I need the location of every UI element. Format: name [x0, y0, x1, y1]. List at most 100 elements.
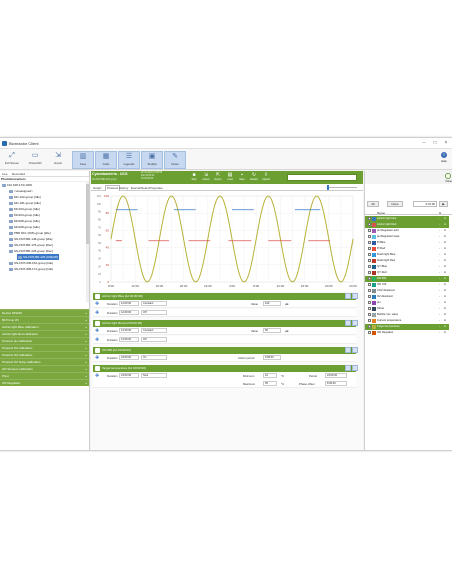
duration-field[interactable]: 12:00:00 — [119, 310, 139, 315]
notes-button[interactable]: ✎ Notes — [164, 151, 186, 169]
series-checkbox[interactable] — [368, 235, 371, 238]
calibration-group[interactable]: Protocol O2 calibration « — [0, 344, 89, 351]
legends-button[interactable]: ☰ Legends — [118, 151, 140, 169]
stop-button[interactable]: ■ Stop — [189, 172, 199, 183]
edit-icon[interactable] — [345, 347, 351, 353]
zoom-slider[interactable] — [327, 185, 357, 190]
time-interval-field[interactable]: 0:01:00 — [413, 201, 437, 207]
series-checkbox[interactable] — [368, 223, 371, 226]
tab-graph[interactable]: Graph — [93, 186, 101, 190]
calibration-group[interactable]: Bit Pump Wi « — [0, 316, 89, 323]
mode-select[interactable]: Constant — [141, 301, 167, 306]
all-button[interactable]: All — [367, 201, 379, 207]
series-checkbox[interactable] — [368, 319, 371, 322]
delete-icon[interactable] — [352, 293, 358, 299]
mode-select[interactable]: Constant — [141, 328, 167, 333]
edit-icon[interactable] — [345, 365, 351, 371]
load-button[interactable]: ▤ Load — [225, 172, 235, 183]
series-checkbox[interactable] — [368, 289, 371, 292]
grids-button[interactable]: ▦ Grids — [95, 151, 117, 169]
export-button[interactable]: ⇱ Export — [213, 172, 223, 183]
calibration-group[interactable]: Protocol O2 calibration « — [0, 351, 89, 358]
tab-events-notes[interactable]: Events/Notes — [131, 186, 149, 190]
interval-apply-button[interactable]: ▶ — [439, 201, 448, 207]
series-checkbox[interactable] — [368, 229, 371, 232]
tab-recorded[interactable]: Recorded — [12, 172, 25, 176]
axes-button[interactable]: ▥ Axes — [72, 151, 94, 169]
tree-scrollbar[interactable] — [86, 182, 89, 302]
series-checkbox[interactable] — [368, 295, 371, 298]
step-header[interactable]: OD 680 [1d 00:00:00] — [93, 347, 356, 354]
series-checkbox[interactable] — [368, 247, 371, 250]
calibration-group[interactable]: OD Regulator « — [0, 379, 89, 386]
recipe-select[interactable] — [287, 174, 357, 181]
duration-field[interactable]: 12:00:00 — [119, 301, 139, 306]
add-icon[interactable]: ✚ — [95, 310, 99, 316]
calibration-group[interactable]: Device #49220 « — [0, 309, 89, 316]
fullscreen-button[interactable]: ⤢ Full Screen — [1, 151, 23, 169]
series-checkbox[interactable] — [368, 259, 371, 262]
series-checkbox[interactable] — [368, 241, 371, 244]
virtual-button[interactable]: ▭ Virtual Hbl — [24, 151, 46, 169]
maximum-field[interactable]: 35 — [263, 381, 277, 386]
minimize-icon[interactable]: – — [419, 140, 429, 147]
series-checkbox[interactable] — [368, 277, 371, 280]
add-icon[interactable]: ✚ — [95, 373, 99, 379]
add-icon[interactable]: ✚ — [95, 355, 99, 361]
step-header[interactable]: Actinic light Blue [1d 00:00:00] — [93, 293, 356, 300]
delete-icon[interactable] — [352, 320, 358, 326]
edit-icon[interactable] — [345, 293, 351, 299]
series-checkbox[interactable] — [368, 217, 371, 220]
series-checkbox[interactable] — [368, 313, 371, 316]
duration-field[interactable]: 12:00:00 — [119, 328, 139, 333]
delete-icon[interactable] — [352, 365, 358, 371]
calibration-group[interactable]: OD Sensors calibration « — [0, 365, 89, 372]
tooltips-button[interactable]: ▣ Tooltips — [141, 151, 163, 169]
series-checkbox[interactable] — [368, 301, 371, 304]
tree-item[interactable]: SN-FMT-WB-174-group [Idle] — [9, 266, 53, 272]
add-icon[interactable]: ✚ — [95, 337, 99, 343]
close-icon[interactable]: × — [441, 140, 451, 147]
upload-button[interactable]: ⇧ Upload — [261, 172, 271, 183]
tab-protocol[interactable]: Protocol — [105, 185, 121, 191]
edit-icon[interactable] — [345, 320, 351, 326]
add-icon[interactable]: ✚ — [95, 328, 99, 334]
mode-select[interactable]: Off — [141, 310, 167, 315]
import-recipe-button[interactable]: ⇲ Import — [201, 172, 211, 183]
close-recipe-label[interactable]: Close — [445, 180, 452, 183]
mode-select[interactable]: Sine — [141, 373, 167, 378]
series-item[interactable]: OD Regulator - A — [365, 330, 449, 336]
restart-button[interactable]: ↻ Restart — [249, 172, 259, 183]
calibration-group[interactable]: Actinic light Red calibration « — [0, 330, 89, 337]
calibration-group[interactable]: Protocol O2 Temp calibration « — [0, 358, 89, 365]
series-checkbox[interactable] — [368, 253, 371, 256]
period-field[interactable]: 24:00:00 — [325, 373, 347, 378]
step-header[interactable]: Actinic light Red [1d 00:00:00] — [93, 320, 356, 327]
tab-properties[interactable]: Properties — [149, 186, 163, 190]
scroll-thumb[interactable] — [86, 184, 89, 244]
close-recipe-icon[interactable] — [445, 173, 451, 179]
phase-offset-field[interactable]: 6:00:00 — [325, 381, 347, 386]
tab-history[interactable]: History — [119, 186, 128, 190]
save-button[interactable]: ▪ Save — [237, 172, 247, 183]
mode-select[interactable]: Off — [141, 337, 167, 342]
value-field[interactable]: 50 — [263, 328, 281, 333]
delete-icon[interactable] — [352, 347, 358, 353]
duration-field[interactable]: 24:00:00 — [119, 373, 139, 378]
duration-field[interactable]: 12:00:00 — [119, 337, 139, 342]
series-checkbox[interactable] — [368, 325, 371, 328]
tab-live[interactable]: Live — [2, 172, 8, 176]
help-button[interactable]: ? Help — [439, 152, 449, 166]
maximize-icon[interactable]: □ — [430, 140, 440, 147]
calibration-group[interactable]: Actinic light Blue calibration « — [0, 323, 89, 330]
calibration-group[interactable]: Pivot « — [0, 372, 89, 379]
series-checkbox[interactable] — [368, 265, 371, 268]
series-checkbox[interactable] — [368, 331, 371, 334]
series-checkbox[interactable] — [368, 307, 371, 310]
value-field[interactable]: 100 — [263, 301, 281, 306]
series-checkbox[interactable] — [368, 271, 371, 274]
none-button[interactable]: None — [387, 201, 403, 207]
step-header[interactable]: Target temperature [1d 00:00:00] — [93, 365, 356, 372]
import-button[interactable]: ⇲ Import — [47, 151, 69, 169]
series-checkbox[interactable] — [368, 283, 371, 286]
